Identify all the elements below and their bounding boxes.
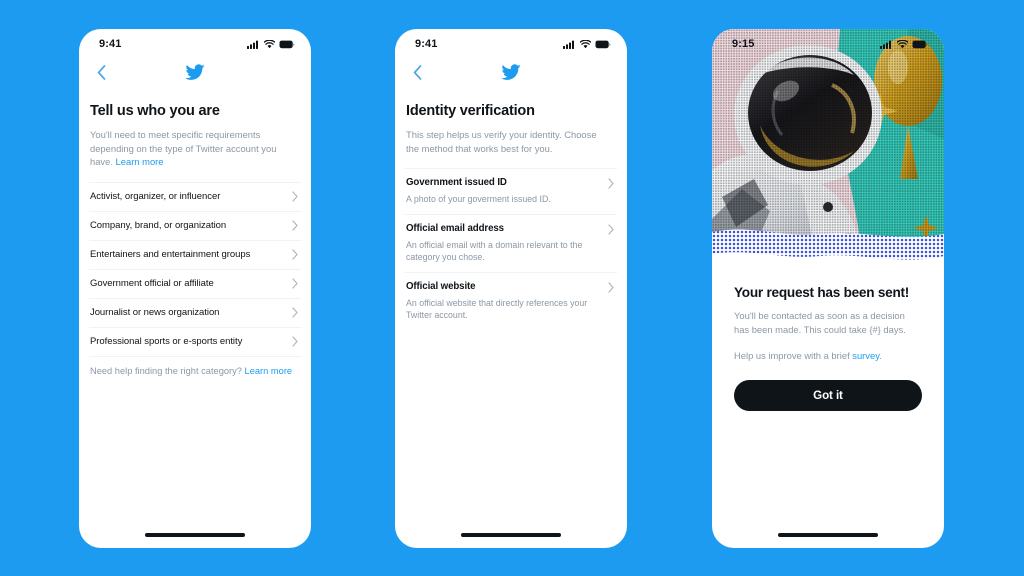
success-subtitle: You'll be contacted as soon as a decisio… <box>734 310 906 335</box>
chevron-right-icon <box>292 336 298 347</box>
category-row-sports[interactable]: Professional sports or e-sports entity <box>89 326 301 356</box>
screenshot-canvas: 9:41 Tell us who you are You'll need to … <box>0 0 1024 576</box>
category-row-entertainers[interactable]: Entertainers and entertainment groups <box>89 239 301 269</box>
success-message-block: Your request has been sent! You'll be co… <box>712 268 944 411</box>
status-bar-icons <box>563 39 611 49</box>
home-indicator[interactable] <box>461 533 561 537</box>
survey-prompt-tail: . <box>879 350 882 362</box>
page-subtitle: You'll need to meet specific requirement… <box>89 128 296 169</box>
chevron-right-icon <box>292 220 298 231</box>
nav-bar <box>395 55 627 89</box>
category-row-company[interactable]: Company, brand, or organization <box>89 210 301 240</box>
wifi-icon <box>897 39 908 48</box>
home-indicator[interactable] <box>778 533 878 537</box>
back-button[interactable] <box>406 61 428 83</box>
verification-method-list: Government issued ID A photo of your gov… <box>405 168 617 330</box>
chevron-right-icon <box>292 249 298 260</box>
method-description: A photo of your goverment issued ID. <box>406 194 551 204</box>
phone-mockup-request-sent: 9:15 Your request has been sent! You'll … <box>712 29 944 548</box>
home-indicator[interactable] <box>145 533 245 537</box>
chevron-right-icon <box>608 282 614 293</box>
cellular-signal-icon <box>880 40 891 49</box>
chevron-right-icon <box>292 307 298 318</box>
method-description: An official email with a domain relevant… <box>406 240 583 262</box>
category-label: Activist, organizer, or influencer <box>90 191 221 202</box>
chevron-right-icon <box>608 224 614 235</box>
hero-illustration <box>712 29 944 268</box>
got-it-button[interactable]: Got it <box>734 379 922 411</box>
method-description: An official website that directly refere… <box>406 298 588 320</box>
footer-text: Need help finding the right category? <box>90 365 245 376</box>
status-bar: 9:41 <box>79 29 311 55</box>
status-bar: 9:41 <box>395 29 627 55</box>
screen-content: Identity verification This step helps us… <box>395 89 627 548</box>
chevron-left-icon <box>97 64 105 80</box>
twitter-logo <box>185 63 205 81</box>
wifi-icon <box>580 39 591 48</box>
method-row-government-id[interactable]: Government issued ID A photo of your gov… <box>405 168 617 214</box>
page-subtitle: This step helps us verify your identity.… <box>406 129 597 154</box>
category-list-footer: Need help finding the right category? Le… <box>89 355 301 376</box>
back-button[interactable] <box>90 61 112 83</box>
twitter-logo <box>501 63 521 81</box>
survey-prompt-text: Help us improve with a brief <box>734 350 853 362</box>
chevron-right-icon <box>292 191 298 202</box>
page-title: Tell us who you are <box>90 103 220 119</box>
home-indicator-area <box>395 522 627 548</box>
twitter-bird-icon <box>501 63 521 80</box>
method-title: Official email address <box>406 223 504 234</box>
category-row-journalist[interactable]: Journalist or news organization <box>89 297 301 327</box>
battery-icon <box>279 40 295 48</box>
status-bar: 9:15 <box>712 29 944 55</box>
learn-more-link[interactable]: Learn more <box>116 156 164 167</box>
category-label: Government official or affiliate <box>90 278 214 289</box>
cellular-signal-icon <box>563 40 574 49</box>
wifi-icon <box>264 39 275 48</box>
method-row-official-website[interactable]: Official website An official website tha… <box>405 272 617 330</box>
status-bar-time: 9:41 <box>415 38 438 50</box>
phone-mockup-tell-us-who-you-are: 9:41 Tell us who you are You'll need to … <box>79 29 311 548</box>
status-bar-time: 9:15 <box>732 38 755 50</box>
category-row-activist[interactable]: Activist, organizer, or influencer <box>89 181 301 211</box>
method-title: Official website <box>406 281 476 292</box>
survey-prompt: Help us improve with a brief survey. <box>734 349 922 363</box>
chevron-left-icon <box>413 64 421 80</box>
category-label: Company, brand, or organization <box>90 220 227 231</box>
chevron-right-icon <box>608 178 614 189</box>
category-label: Journalist or news organization <box>90 307 220 318</box>
category-label: Professional sports or e-sports entity <box>90 336 243 347</box>
success-title: Your request has been sent! <box>734 285 910 300</box>
status-bar-time: 9:41 <box>99 38 122 50</box>
nav-bar <box>79 55 311 89</box>
page-title: Identity verification <box>406 103 535 119</box>
method-title: Government issued ID <box>406 177 507 188</box>
category-list: Activist, organizer, or influencer Compa… <box>89 181 301 356</box>
cellular-signal-icon <box>247 40 258 49</box>
blue-halftone-band <box>712 229 944 268</box>
footer-learn-more-link[interactable]: Learn more <box>245 366 293 376</box>
home-indicator-area <box>79 522 311 548</box>
twitter-bird-icon <box>185 63 205 80</box>
phone-mockup-identity-verification: 9:41 Identity verification This step hel… <box>395 29 627 548</box>
chevron-right-icon <box>292 278 298 289</box>
category-label: Entertainers and entertainment groups <box>90 249 251 260</box>
status-bar-icons <box>247 39 295 49</box>
battery-icon <box>912 40 928 48</box>
survey-link[interactable]: survey <box>852 350 879 361</box>
battery-icon <box>595 40 611 48</box>
category-row-government[interactable]: Government official or affiliate <box>89 268 301 298</box>
status-bar-icons <box>880 39 928 49</box>
screen-content: Tell us who you are You'll need to meet … <box>79 89 311 548</box>
home-indicator-area <box>712 522 944 548</box>
method-row-official-email[interactable]: Official email address An official email… <box>405 214 617 272</box>
